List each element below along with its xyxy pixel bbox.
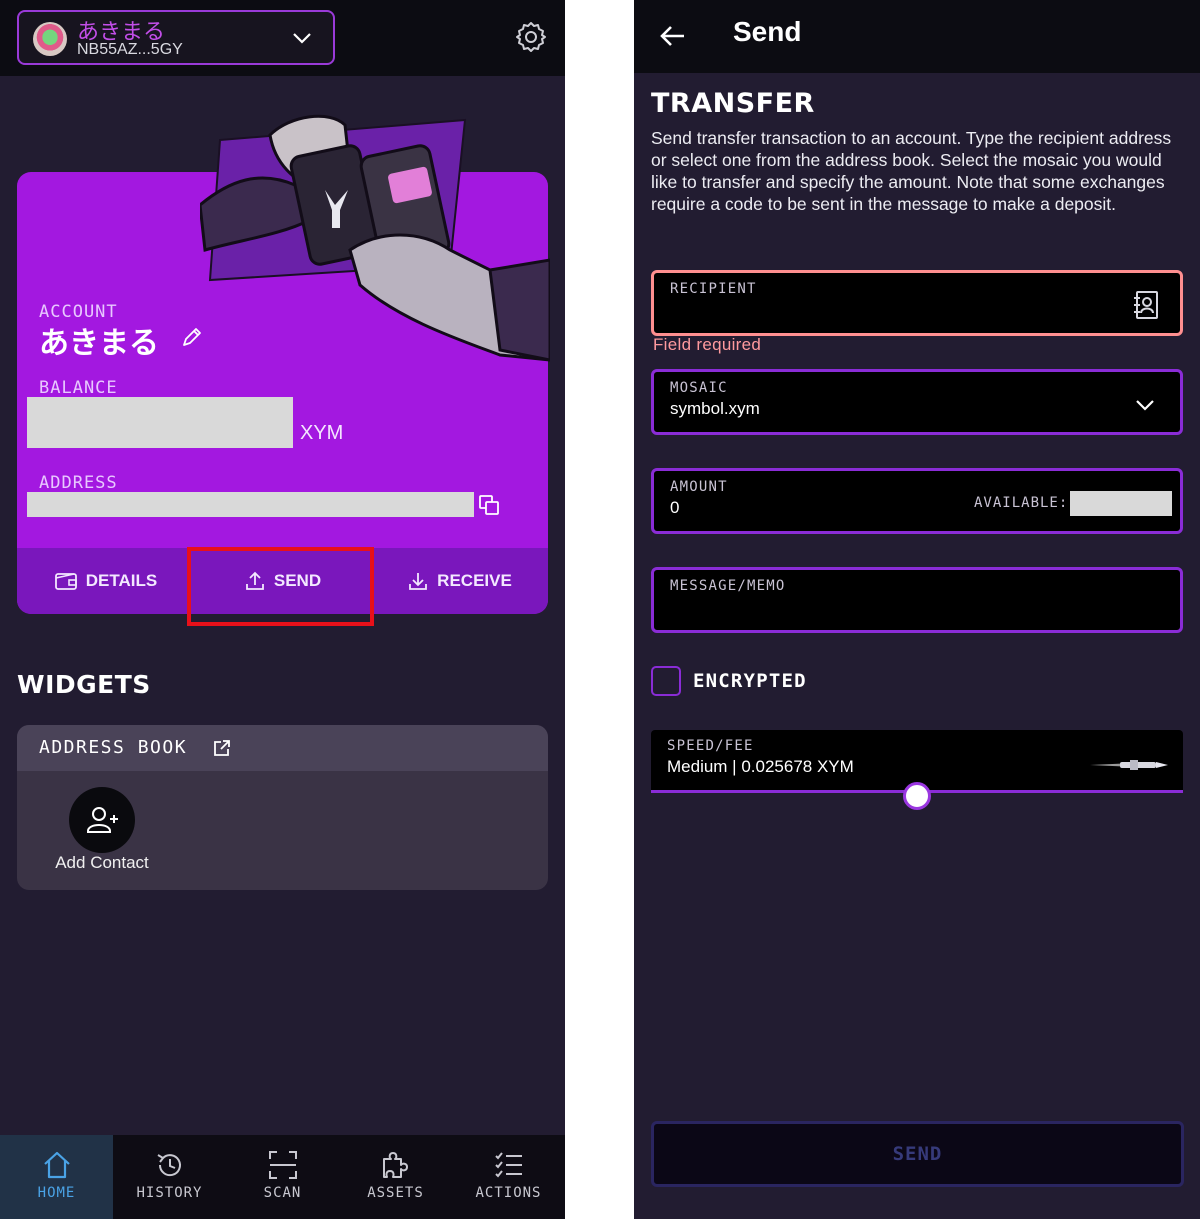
encrypted-checkbox[interactable] [651, 666, 681, 696]
details-button[interactable]: DETAILS [17, 548, 194, 614]
address-redacted [27, 492, 474, 517]
send-submit-button[interactable]: SEND [651, 1121, 1184, 1187]
account-address: NB55AZ...5GY [77, 41, 183, 58]
fee-slider-thumb[interactable] [903, 782, 931, 810]
nav-history-label: HISTORY [136, 1185, 203, 1201]
transfer-title: TRANSFER [651, 88, 815, 119]
nav-home-label: HOME [37, 1185, 76, 1201]
page-title: Send [733, 16, 802, 47]
address-book-widget: ADDRESS BOOK Add Contact [17, 725, 548, 890]
fee-label: SPEED/FEE [667, 738, 754, 754]
mosaic-select[interactable]: MOSAIC symbol.xym [651, 369, 1183, 435]
gear-icon[interactable] [515, 21, 547, 53]
wallet-icon [54, 573, 77, 590]
assets-icon [382, 1152, 408, 1178]
amount-label: AMOUNT [670, 479, 728, 495]
copy-icon[interactable] [478, 494, 500, 516]
message-label: MESSAGE/MEMO [670, 578, 786, 594]
card-account-name: あきまる [39, 326, 159, 361]
recipient-field[interactable]: RECIPIENT [651, 270, 1183, 336]
address-book-title: ADDRESS BOOK [39, 737, 188, 758]
encrypted-label: ENCRYPTED [693, 670, 807, 692]
nav-home[interactable]: HOME [0, 1135, 113, 1219]
receive-button[interactable]: RECEIVE [371, 548, 548, 614]
nav-assets-label: ASSETS [367, 1185, 424, 1201]
external-link-icon [214, 740, 230, 756]
add-user-icon [87, 807, 118, 833]
chevron-down-icon [1136, 400, 1154, 411]
nav-assets[interactable]: ASSETS [339, 1135, 452, 1219]
nav-scan-label: SCAN [263, 1185, 302, 1201]
wallet-illustration [200, 114, 550, 362]
available-label: AVAILABLE: [974, 495, 1069, 511]
amount-field[interactable]: AMOUNT 0 AVAILABLE: [651, 468, 1183, 534]
receive-label: RECEIVE [437, 571, 512, 590]
available-redacted [1070, 491, 1172, 516]
amount-value: 0 [670, 498, 680, 517]
download-icon [409, 573, 428, 590]
send-screen: Send TRANSFER Send transfer transaction … [634, 0, 1200, 1219]
bottom-nav: HOME HISTORY SCAN ASSETS ACTIONS [0, 1135, 565, 1219]
rocket-speed-icon [1090, 760, 1168, 770]
home-header: あきまる NB55AZ...5GY [0, 0, 565, 76]
nav-actions-label: ACTIONS [475, 1185, 542, 1201]
mosaic-value: symbol.xym [670, 399, 760, 418]
scan-icon [268, 1151, 297, 1179]
send-header: Send [634, 0, 1200, 73]
nav-scan[interactable]: SCAN [226, 1135, 339, 1219]
recipient-label: RECIPIENT [670, 281, 757, 297]
history-icon [156, 1154, 181, 1177]
nav-actions[interactable]: ACTIONS [452, 1135, 565, 1219]
transfer-description: Send transfer transaction to an account.… [651, 128, 1172, 214]
message-field[interactable]: MESSAGE/MEMO [651, 567, 1183, 633]
back-arrow-icon[interactable] [659, 22, 687, 50]
address-book-header[interactable]: ADDRESS BOOK [17, 725, 548, 771]
address-label: ADDRESS [39, 473, 118, 493]
home-icon [43, 1151, 70, 1179]
widgets-title: WIDGETS [17, 670, 151, 699]
balance-redacted [27, 397, 293, 448]
details-label: DETAILS [85, 571, 158, 590]
edit-pencil-icon[interactable] [181, 326, 203, 348]
nav-history[interactable]: HISTORY [113, 1135, 226, 1219]
balance-label: BALANCE [39, 378, 118, 398]
address-book-icon[interactable] [1132, 290, 1160, 320]
mosaic-label: MOSAIC [670, 380, 728, 396]
balance-unit: XYM [300, 422, 344, 444]
add-contact-label: Add Contact [55, 853, 149, 872]
add-contact-button[interactable] [69, 787, 135, 853]
chevron-down-icon [293, 33, 311, 44]
account-selector[interactable]: あきまる NB55AZ...5GY [17, 10, 335, 65]
actions-icon [494, 1152, 522, 1178]
home-screen: あきまる NB55AZ...5GY ACCOUNT あきまる BALANCE X… [0, 0, 565, 1219]
send-highlight-box [187, 547, 374, 626]
account-avatar [33, 22, 67, 56]
recipient-error: Field required [653, 335, 762, 354]
fee-value: Medium | 0.025678 XYM [667, 757, 854, 776]
